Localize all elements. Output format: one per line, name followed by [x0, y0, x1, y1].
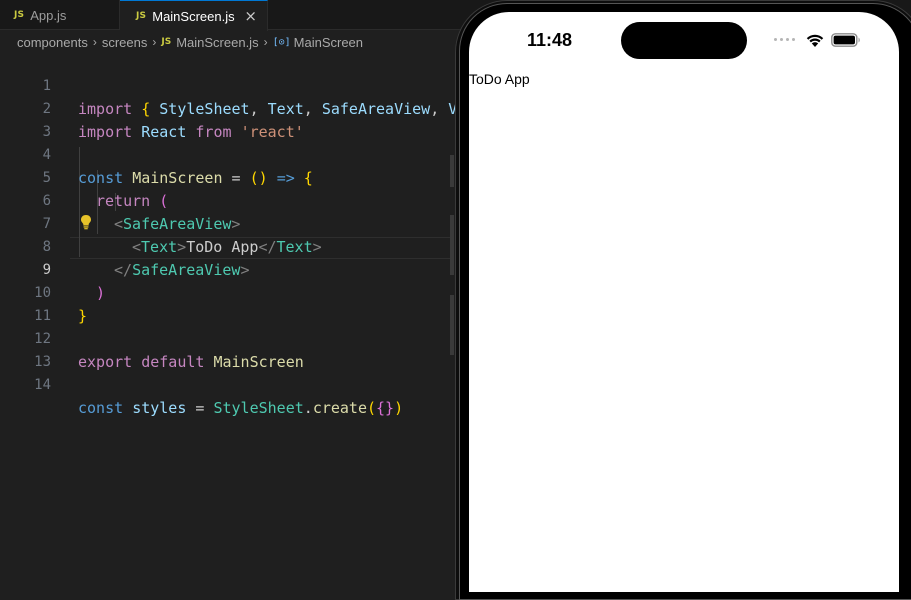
breadcrumb-file[interactable]: MainScreen.js	[176, 35, 258, 50]
line-number: 14	[34, 377, 51, 393]
tab-app-js[interactable]: JS App.js	[0, 0, 120, 30]
bracket: (	[367, 399, 377, 417]
chevron-right-icon: ›	[263, 35, 268, 49]
cellular-signal-icon	[774, 38, 795, 41]
breadcrumb-screens[interactable]: screens	[102, 35, 148, 50]
scrollbar-marker	[450, 215, 454, 275]
wifi-icon	[806, 34, 824, 47]
identifier: styles	[132, 399, 187, 417]
tab-mainscreen-js[interactable]: JS MainScreen.js ×	[120, 0, 268, 31]
ios-simulator: 11:48 ToDo App	[455, 0, 911, 600]
code-line: 6 <SafeAreaView>	[0, 167, 450, 233]
code-line: 3	[0, 98, 450, 140]
close-icon[interactable]: ×	[244, 7, 257, 25]
code-line: 14 const styles = StyleSheet.create({})	[0, 351, 450, 417]
breadcrumb-components[interactable]: components	[17, 35, 88, 50]
code-line: 5 return (	[0, 144, 450, 210]
chevron-right-icon: ›	[152, 35, 157, 49]
signal-dot	[780, 38, 783, 41]
symbol-variable-icon: [⊙]	[272, 36, 291, 48]
javascript-file-icon: JS	[136, 11, 147, 21]
code-text: const styles = StyleSheet.create({})	[78, 397, 403, 420]
signal-dot	[774, 38, 777, 41]
javascript-file-icon: JS	[14, 10, 25, 20]
code-line: 13	[0, 328, 450, 370]
signal-dot	[792, 38, 795, 41]
status-bar-time: 11:48	[527, 30, 573, 50]
bracket: )	[394, 399, 404, 417]
code-line: 10 }	[0, 259, 450, 325]
code-line: 11	[0, 282, 450, 324]
tab-label: App.js	[30, 7, 67, 23]
punctuation: .	[303, 399, 313, 417]
operator: =	[195, 399, 205, 417]
code-line: 2 import React from 'react'	[0, 75, 450, 141]
lightbulb-icon[interactable]	[79, 214, 93, 230]
bracket: {}	[376, 399, 395, 417]
breadcrumb: components › screens › JS MainScreen.js …	[0, 32, 363, 52]
simulator-screen[interactable]: 11:48 ToDo App	[469, 12, 899, 592]
breadcrumb-symbol[interactable]: MainScreen	[294, 35, 363, 50]
app-title-text: ToDo App	[469, 71, 530, 87]
battery-icon	[831, 33, 860, 47]
signal-dot	[786, 38, 789, 41]
code-line: 1 import { StyleSheet, Text, SafeAreaVie…	[0, 52, 458, 118]
function-call: create	[312, 399, 367, 417]
code-line: 12 export default MainScreen	[0, 305, 450, 371]
code-line: 7 <Text>ToDo App</Text>	[0, 190, 450, 256]
code-line: 9 )	[0, 236, 450, 302]
dynamic-island	[621, 22, 747, 59]
identifier: StyleSheet	[213, 399, 304, 417]
scrollbar-marker	[450, 295, 454, 355]
code-line: 4 const MainScreen = () => {	[0, 121, 450, 187]
javascript-file-icon: JS	[161, 37, 172, 47]
keyword: const	[78, 399, 124, 417]
chevron-right-icon: ›	[92, 35, 97, 49]
code-line: 8 </SafeAreaView>	[0, 213, 450, 279]
tab-label: MainScreen.js	[152, 8, 235, 24]
scrollbar-marker	[450, 155, 454, 187]
